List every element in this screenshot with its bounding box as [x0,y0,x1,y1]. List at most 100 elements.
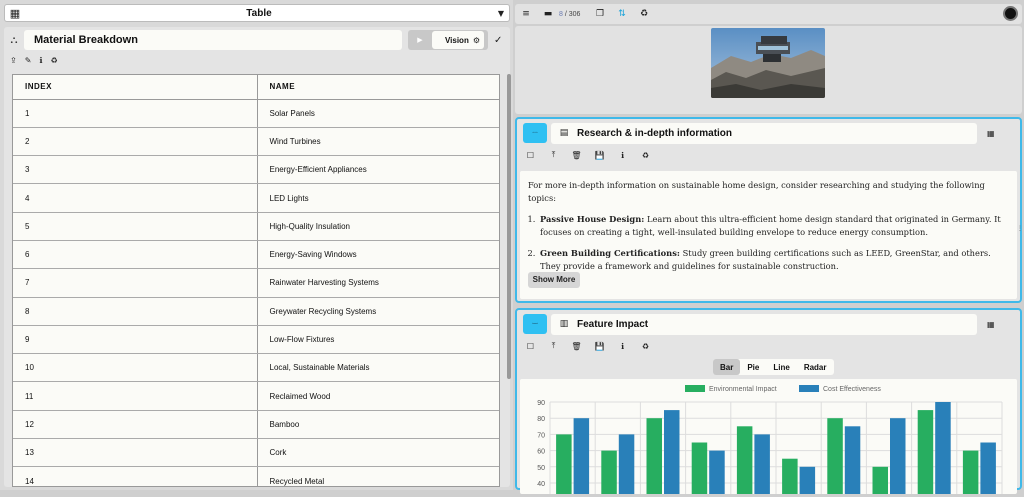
grid-icon[interactable]: ▦ [987,129,995,138]
table-row[interactable]: 12 Bamboo [13,410,499,440]
research-title-field[interactable]: ▤ Research & in-depth information [551,122,977,144]
bar [844,426,861,494]
grid-icon[interactable]: ▦ [987,320,995,329]
cell-index: 6 [13,240,258,270]
table-scrollbar[interactable] [507,74,511,379]
research-list: Passive House Design: Learn about this u… [538,213,1009,272]
cell-name: Low-Flow Fixtures [257,325,499,355]
y-tick-label: 50 [537,465,545,472]
cell-index: 14 [13,466,258,486]
checkbox-icon[interactable]: ☐ [525,150,536,160]
tab-radar[interactable]: Radar [797,359,834,375]
table-row[interactable]: 10 Local, Sustainable Materials [13,353,499,383]
check-icon[interactable]: ✓ [494,35,502,46]
table-row[interactable]: 5 High-Quality Insulation [13,212,499,241]
table-row[interactable]: 1 Solar Panels [13,99,499,128]
tab-line[interactable]: Line [766,359,796,375]
bar-chart-icon: ▥ [559,319,569,329]
card-tag[interactable]: ◦–◦ [523,314,547,334]
vision-button[interactable]: Vision ⚙ [432,31,484,49]
edit-icon[interactable]: ✎ [25,56,32,65]
cell-name: Rainwater Harvesting Systems [257,268,499,298]
resize-handle-icon[interactable]: ⋮ [1017,225,1023,232]
cell-name: Wind Turbines [257,127,499,157]
table-row[interactable]: 14 Recycled Metal [13,466,499,486]
table-row[interactable]: 3 Energy-Efficient Appliances [13,155,499,185]
drag-handle-icon[interactable]: ⛬ [4,35,24,46]
table-row[interactable]: 9 Low-Flow Fixtures [13,325,499,355]
cell-name: Energy-Efficient Appliances [257,155,499,185]
show-more-button[interactable]: Show More [528,272,580,288]
house-photo [711,28,825,98]
info-icon[interactable]: ℹ [617,150,628,160]
table-row[interactable]: 2 Wind Turbines [13,127,499,157]
sort-icon[interactable]: ⇅ [611,9,633,19]
checkbox-icon[interactable]: ☐ [525,341,536,351]
table-row[interactable]: 4 LED Lights [13,183,499,213]
table-row[interactable]: 7 Rainwater Harvesting Systems [13,268,499,298]
table-row[interactable]: 6 Energy-Saving Windows [13,240,499,270]
material-card: ⛬ Material Breakdown ▶ Vision ⚙ ✓ ⇪ ✎ ℹ … [4,27,511,487]
bar [736,426,753,494]
trash-icon[interactable]: 🗑 [571,341,582,351]
copy-icon[interactable]: ❐ [589,9,611,19]
menu-icon[interactable]: ≡ [515,9,537,19]
recycle-icon[interactable]: ♻ [640,341,651,351]
keyboard-icon[interactable]: ▬ [537,9,559,19]
recycle-icon[interactable]: ♻ [640,150,651,160]
list-item: Passive House Design: Learn about this u… [538,213,1009,238]
tab-bar[interactable]: Bar [713,359,741,375]
card-title-input[interactable]: Material Breakdown [24,30,402,50]
research-intro: For more in-depth information on sustain… [528,180,985,203]
column-header-name[interactable]: NAME [257,75,499,100]
page-indicator: 8 / 306 [559,11,589,18]
pin-icon[interactable]: ⤒ [548,341,559,351]
research-toolbar: ☐ ⤒ 🗑 💾 ℹ ♻ [525,150,651,160]
document-icon: ▤ [559,128,569,138]
impact-title: Feature Impact [577,318,649,330]
save-icon[interactable]: 💾 [594,150,605,160]
list-item: Green Building Certifications: Study gre… [538,247,1009,272]
info-icon[interactable]: ℹ [39,56,42,65]
gear-icon: ⚙ [472,35,480,45]
recycle-icon[interactable]: ♻ [633,9,655,19]
recycle-icon[interactable]: ♻ [50,56,57,65]
legend-swatch [685,385,705,392]
page-current: 8 [559,10,563,18]
bar [601,450,617,494]
impact-card: ◦–◦ ▥ Feature Impact ▦ ☐ ⤒ 🗑 💾 ℹ ♻ Bar P… [515,308,1022,494]
play-icon[interactable]: ▶ [408,36,432,44]
info-icon[interactable]: ℹ [617,341,628,351]
tab-pie[interactable]: Pie [740,359,766,375]
cell-index: 4 [13,183,258,213]
y-tick-label: 70 [537,432,545,439]
cell-index: 5 [13,212,258,241]
table-row[interactable]: 8 Greywater Recycling Systems [13,297,499,326]
trash-icon[interactable]: 🗑 [571,150,582,160]
impact-title-field[interactable]: ▥ Feature Impact [551,313,977,335]
bar-chart: 90 80 70 60 50 40 Environmental Impact Cost Eff… [537,385,1003,494]
cell-name: Cork [257,438,499,468]
bar [980,442,996,494]
cell-name: Reclaimed Wood [257,381,499,411]
card-tag[interactable]: ◦◦◦ [523,123,547,143]
chevron-down-icon: ▼ [497,8,505,18]
bar [962,450,979,494]
save-icon[interactable]: 💾 [594,341,605,351]
research-content: For more in-depth information on sustain… [520,171,1017,299]
column-header-index[interactable]: INDEX [13,75,258,100]
table-row[interactable]: 11 Reclaimed Wood [13,381,499,411]
upload-icon[interactable]: ⇪ [10,56,17,65]
view-selector-value: Table [246,7,272,19]
bar [691,442,708,494]
avatar[interactable] [1003,6,1018,21]
bar [709,450,725,494]
feature-impact-chart: 90 80 70 60 50 40 Environmental Impact Cost Eff… [520,379,1017,494]
bar [664,410,680,494]
pin-icon[interactable]: ⤒ [548,150,559,160]
card-toolbar: ⇪ ✎ ℹ ♻ [10,54,58,66]
view-selector[interactable]: ▦ Table ▼ [4,4,510,22]
table-row[interactable]: 13 Cork [13,438,499,468]
cell-index: 3 [13,155,258,185]
left-panel: ▦ Table ▼ ⛬ Material Breakdown ▶ Vision … [0,0,513,490]
